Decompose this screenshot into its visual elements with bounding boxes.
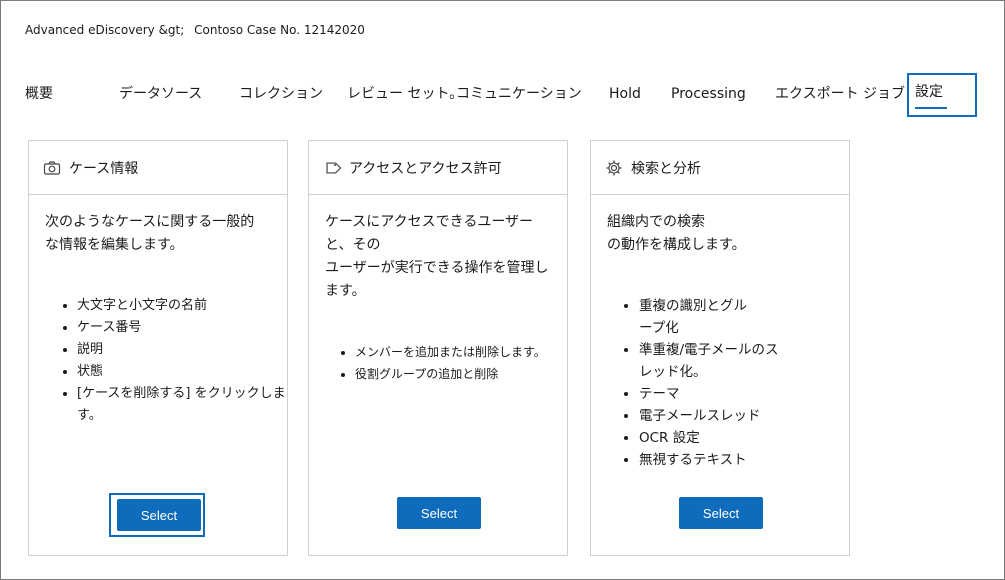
card-header: アクセスとアクセス許可	[309, 141, 567, 195]
list-item: [ケースを削除する] をクリックします。	[77, 383, 287, 427]
card-title: アクセスとアクセス許可	[349, 160, 502, 177]
tab-hold[interactable]: Hold	[609, 86, 641, 102]
tab-settings-label: 設定	[915, 84, 943, 100]
card-search-analytics: 検索と分析 組織内での検索 の動作を構成します。 重複の識別とグル ープ化 準重…	[590, 140, 850, 556]
list-item: ケース番号	[77, 317, 287, 339]
focus-ring: Select	[109, 493, 205, 537]
list-item: メンバーを追加または削除します。	[355, 341, 567, 363]
card-access-permissions: アクセスとアクセス許可 ケースにアクセスできるユーザーと、その ユーザーが実行で…	[308, 140, 568, 556]
card-description: 次のようなケースに関する一般的 な情報を編集します。	[45, 214, 255, 253]
select-button-case-information[interactable]: Select	[117, 499, 201, 531]
card-header: 検索と分析	[591, 141, 849, 195]
tab-active-indicator	[915, 107, 947, 109]
list-item: 無視するテキスト	[639, 449, 849, 471]
list-item: 準重複/電子メールのス レッド化。	[639, 339, 849, 383]
tab-processing[interactable]: Processing	[671, 86, 746, 102]
list-item: テーマ	[639, 383, 849, 405]
tab-review-sets[interactable]: レビュー セット。	[347, 83, 463, 103]
card-title: ケース情報	[69, 160, 139, 177]
card-feature-list: 重複の識別とグル ープ化 準重複/電子メールのス レッド化。 テーマ 電子メール…	[591, 295, 849, 471]
tab-collections[interactable]: コレクション	[239, 83, 323, 103]
tab-overview[interactable]: 概要	[25, 83, 53, 103]
list-item: 重複の識別とグル ープ化	[639, 295, 849, 339]
camera-icon	[43, 159, 61, 177]
app-frame: Advanced eDiscovery &gt; Contoso Case No…	[0, 0, 1005, 580]
list-item: 状態	[77, 361, 287, 383]
card-description: ケースにアクセスできるユーザーと、その ユーザーが実行できる操作を管理します。	[325, 214, 549, 299]
list-item: 役割グループの追加と削除	[355, 363, 567, 385]
list-item: OCR 設定	[639, 427, 849, 449]
tab-bar: 概要 データソース コレクション レビュー セット。 コミュニケーション Hol…	[1, 71, 1004, 123]
tab-communications[interactable]: コミュニケーション	[456, 83, 582, 103]
card-case-information: ケース情報 次のようなケースに関する一般的 な情報を編集します。 大文字と小文字…	[28, 140, 288, 556]
select-button-search-analytics[interactable]: Select	[679, 497, 763, 529]
breadcrumb: Advanced eDiscovery &gt; Contoso Case No…	[25, 23, 371, 37]
card-description: 組織内での検索 の動作を構成します。	[607, 214, 746, 253]
list-item: 大文字と小文字の名前	[77, 295, 287, 317]
breadcrumb-parent[interactable]: Advanced eDiscovery &gt;	[25, 23, 184, 37]
tab-data-sources[interactable]: データソース	[119, 83, 202, 103]
tab-settings[interactable]: 設定	[907, 73, 977, 117]
card-title: 検索と分析	[631, 160, 701, 177]
breadcrumb-current: Contoso Case No. 12142020	[194, 23, 365, 37]
list-item: 説明	[77, 339, 287, 361]
card-feature-list: 大文字と小文字の名前 ケース番号 説明 状態 [ケースを削除する] をクリックし…	[29, 295, 287, 427]
gear-icon	[605, 159, 623, 177]
card-feature-list: メンバーを追加または削除します。 役割グループの追加と削除	[309, 341, 567, 385]
select-button-access-permissions[interactable]: Select	[397, 497, 481, 529]
tab-export-jobs[interactable]: エクスポート ジョブ	[775, 83, 905, 103]
tag-icon	[323, 159, 341, 177]
list-item: 電子メールスレッド	[639, 405, 849, 427]
card-header: ケース情報	[29, 141, 287, 195]
